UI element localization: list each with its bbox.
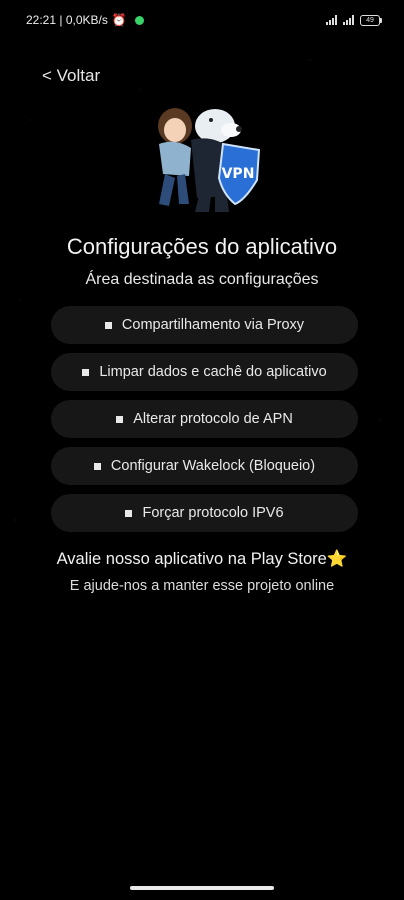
signal-icon <box>326 15 337 25</box>
menu-item-label: Configurar Wakelock (Bloqueio) <box>110 458 316 474</box>
bullet-icon <box>116 415 124 423</box>
force-ipv6-button[interactable]: Forçar protocolo IPV6 <box>51 494 358 532</box>
star-icon: ⭐ <box>326 550 348 568</box>
status-left: 22:21 | 0,0KB/s ⏰ <box>26 13 144 27</box>
page-title: Configurações do aplicativo <box>66 234 338 259</box>
menu-item-label: Compartilhamento via Proxy <box>121 317 305 333</box>
support-text: E ajude-nos a manter esse projeto online <box>69 578 335 594</box>
wakelock-button[interactable]: Configurar Wakelock (Bloqueio) <box>51 447 358 485</box>
menu-item-label: Limpar dados e cachê do aplicativo <box>99 364 327 380</box>
logo-vpn-text: VPN <box>222 166 255 182</box>
rate-app-link[interactable]: Avalie nosso aplicativo na Play Store⭐ <box>0 550 404 569</box>
rate-app-text: Avalie nosso aplicativo na Play Store <box>56 550 327 568</box>
menu-item-label: Alterar protocolo de APN <box>133 411 293 427</box>
back-button[interactable]: < Voltar <box>42 66 100 86</box>
bullet-icon <box>125 509 133 517</box>
page-subtitle: Área destinada as configurações <box>85 271 319 288</box>
proxy-sharing-button[interactable]: Compartilhamento via Proxy <box>51 306 358 344</box>
notification-dot-icon <box>134 15 144 25</box>
apn-protocol-button[interactable]: Alterar protocolo de APN <box>51 400 358 438</box>
menu-item-label: Forçar protocolo IPV6 <box>142 505 284 521</box>
status-right: 49 <box>326 14 382 26</box>
clear-data-button[interactable]: Limpar dados e cachê do aplicativo <box>51 353 358 391</box>
status-bar: 22:21 | 0,0KB/s ⏰ 49 <box>0 0 404 40</box>
bullet-icon <box>93 462 101 470</box>
battery-icon: 49 <box>360 14 382 26</box>
bullet-icon <box>82 368 90 376</box>
home-indicator[interactable] <box>130 886 274 890</box>
alarm-icon: ⏰ <box>111 13 127 27</box>
status-time-speed: 22:21 | 0,0KB/s <box>26 13 108 27</box>
bullet-icon <box>104 321 112 329</box>
app-mascot-logo: VPN <box>158 108 261 212</box>
settings-menu: Compartilhamento via Proxy Limpar dados … <box>51 306 358 541</box>
signal-icon-2 <box>343 15 354 25</box>
